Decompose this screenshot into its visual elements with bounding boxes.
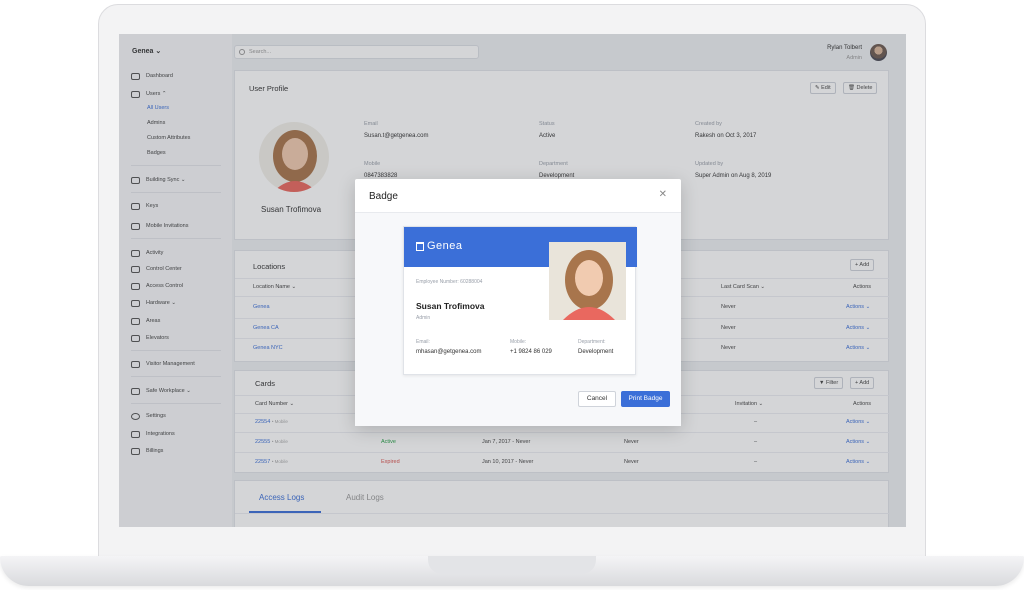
badge-email: mhasan@getgenea.com xyxy=(416,349,482,355)
modal-title: Badge xyxy=(369,191,398,202)
badge-mobile-label: Mobile: xyxy=(510,339,527,345)
print-badge-button[interactable]: Print Badge xyxy=(621,391,670,407)
close-icon[interactable]: ✕ xyxy=(659,189,667,200)
badge-name: Susan Trofimova xyxy=(416,301,485,311)
employee-number: Employee Number: 60288004 xyxy=(416,279,483,285)
laptop-frame: Genea ⌄ Dashboard Users ⌃ All Users Admi… xyxy=(0,0,1024,590)
badge-mobile: +1 9824 86 029 xyxy=(510,349,552,355)
badge-email-label: Email: xyxy=(416,339,430,345)
badge-preview: Genea Employee Number: 60288004 Susan Tr… xyxy=(403,226,637,375)
app-screen: Genea ⌄ Dashboard Users ⌃ All Users Admi… xyxy=(119,34,906,527)
badge-photo xyxy=(549,242,626,320)
badge-department-label: Department: xyxy=(578,339,606,345)
badge-department: Development xyxy=(578,349,614,355)
badge-modal: Badge ✕ Genea Employee Number: 60288004 … xyxy=(355,179,681,426)
laptop-notch xyxy=(428,556,596,574)
genea-logo: Genea xyxy=(416,240,463,252)
cancel-button[interactable]: Cancel xyxy=(578,391,616,407)
badge-role: Admin xyxy=(416,315,431,321)
genea-logo-icon xyxy=(416,241,424,251)
